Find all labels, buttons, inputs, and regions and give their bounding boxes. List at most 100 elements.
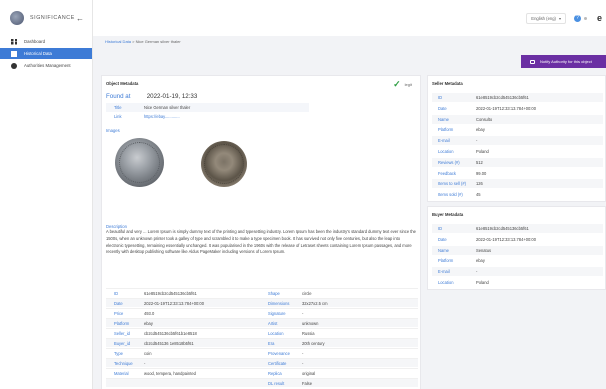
help-icon[interactable]: ? <box>573 14 581 22</box>
breadcrumb-parent-link[interactable]: Historical Data <box>105 39 131 44</box>
seller-key: E-mail <box>438 138 450 144</box>
list-item: Reviews (#) 512 <box>432 157 603 167</box>
detail-value: 493.0 <box>144 310 155 316</box>
seller-value: 99.00 <box>476 170 487 176</box>
list-item: Items sold (#) 45 <box>432 190 603 199</box>
seller-metadata-card: Seller Metadata ID 61e8519cb2cd545136cb5f… <box>427 75 606 202</box>
seller-value: 512 <box>476 159 483 165</box>
sidebar-item-historical-data[interactable]: Historical Data <box>0 48 92 59</box>
chevron-down-icon: ▾ <box>558 15 561 21</box>
buyer-value: Senatus <box>476 247 492 253</box>
coin-image-front[interactable] <box>115 138 164 187</box>
object-link[interactable]: https://ebay............. <box>144 114 180 119</box>
detail-value: 2022-01-19T12:33:13.784+00:00 <box>144 300 204 306</box>
collapse-arrow-icon[interactable]: ← <box>76 14 84 23</box>
logo-text: SIGNIFICANCE <box>30 15 75 21</box>
buyer-key: ID <box>438 226 443 231</box>
table-row: Type coin Provenance - <box>106 348 418 357</box>
detail-key: Artist <box>268 320 278 326</box>
notification-dot-icon <box>583 16 587 20</box>
sidebar-item-label: Authorities Management <box>24 63 71 68</box>
list-item: E-mail - <box>432 136 603 146</box>
detail-value: 20th century <box>302 340 325 346</box>
sidebar-item-dashboard[interactable]: Dashboard <box>0 36 92 47</box>
detail-value: False <box>302 380 313 386</box>
found-value: 2022-01-19, 12:33 <box>146 93 198 100</box>
detail-key: Seller_id <box>114 330 130 336</box>
buyer-key: E-mail <box>438 269 450 275</box>
detail-key: Type <box>114 350 123 356</box>
detail-key: Platform <box>114 320 130 326</box>
detail-value: Russia <box>302 330 315 336</box>
detail-value: cb2cd545136 1e8518b5f61 <box>144 340 194 346</box>
list-item: Feedback 99.00 <box>432 169 603 178</box>
detail-key: Date <box>114 300 123 306</box>
buyer-value: 61e8519cb2cd545136cb5f61 <box>476 226 529 231</box>
coin-image-back[interactable] <box>201 141 247 187</box>
list-item: Date 2022-01-19T12:33:13.784+00:00 <box>432 235 603 244</box>
sidebar-item-authorities[interactable]: Authorities Management <box>0 60 92 71</box>
legit-indicator: ✓ legit <box>393 79 412 90</box>
table-row: Platform ebay Artist unknown <box>106 318 418 327</box>
detail-key: Technique <box>114 360 133 366</box>
notify-authority-button[interactable]: Notify Authority for this object <box>521 55 606 68</box>
detail-key: Price <box>114 310 124 316</box>
language-value: English (eng) <box>531 15 556 21</box>
buyer-key: Platform <box>438 258 454 264</box>
avatar[interactable]: e <box>597 13 602 23</box>
sidebar: SIGNIFICANCE ← Dashboard Historical Data… <box>0 0 93 389</box>
list-item: Date 2022-01-19T12:33:13.784+00:00 <box>432 104 603 113</box>
list-item: Platform ebay <box>432 125 603 134</box>
seller-key: Date <box>438 105 447 111</box>
seller-value: 45 <box>476 192 481 198</box>
language-select[interactable]: English (eng) ▾ <box>526 12 566 24</box>
table-row: Buyer_id cb2cd545136 1e8518b5f61 Era 20th c… <box>106 338 418 347</box>
buyer-key: Date <box>438 236 447 242</box>
detail-value: - <box>302 360 304 366</box>
buyer-value: ebay <box>476 258 485 264</box>
detail-key: Material <box>114 370 129 376</box>
seller-value: Consulto <box>476 116 493 122</box>
detail-key: Certificate <box>268 360 287 366</box>
title-row: Title Nice German silver thaler <box>106 103 309 112</box>
seller-key: Location <box>438 149 454 154</box>
sidebar-header: SIGNIFICANCE ← <box>0 0 92 36</box>
list-item: ID 61e8519cb2cd545136cb5f61 <box>432 224 603 233</box>
seller-key: Name <box>438 116 449 122</box>
detail-key: Shape <box>268 290 280 296</box>
list-item: E-mail - <box>432 267 603 277</box>
detail-key: Provenance <box>268 350 290 356</box>
list-item: Name Consulto <box>432 114 603 124</box>
seller-key: Reviews (#) <box>438 159 460 165</box>
list-icon <box>11 50 17 57</box>
detail-key: Dimensions <box>268 300 290 306</box>
sidebar-item-label: Historical Data <box>24 51 52 56</box>
buyer-value: Poland <box>476 280 489 285</box>
found-label: Found at <box>106 93 131 100</box>
list-item: Items to sell (#) 126 <box>432 179 603 189</box>
card-title: Buyer Metadata <box>432 212 464 217</box>
seller-value: - <box>476 138 478 144</box>
buyer-metadata-card: Buyer Metadata ID 61e8519cb2cd545136cb5f6… <box>427 206 606 290</box>
seller-key: Items sold (#) <box>438 192 463 198</box>
table-row: Technique - Certificate - <box>106 358 418 367</box>
seller-key: ID <box>438 95 443 100</box>
list-item: Location Poland <box>432 278 603 287</box>
detail-value: cb2cd545136cb5f61b1e8518 <box>144 330 197 336</box>
seller-key: Items to sell (#) <box>438 181 466 187</box>
detail-value: 61e8519cb2cd545136cb5f61 <box>144 290 197 296</box>
user-icon <box>11 62 17 69</box>
logo-icon <box>10 11 24 25</box>
table-row: ID 61e8519cb2cd545136cb5f61 Shape circle <box>106 288 418 297</box>
description-text: A beautiful and very ... Lorem Ipsum is … <box>106 229 416 255</box>
detail-key: Signature <box>268 310 286 316</box>
check-icon: ✓ <box>393 79 401 89</box>
sidebar-item-label: Dashboard <box>24 39 46 44</box>
list-item: Location Poland <box>432 147 603 156</box>
legit-label: legit <box>404 82 412 87</box>
detail-value: unknown <box>302 320 319 326</box>
seller-value: ebay <box>476 127 485 133</box>
table-row: Material wood, tempera, handpainted Replic… <box>106 368 418 377</box>
list-item: Platform ebay <box>432 256 603 265</box>
card-title: Object Metadata <box>106 81 139 86</box>
